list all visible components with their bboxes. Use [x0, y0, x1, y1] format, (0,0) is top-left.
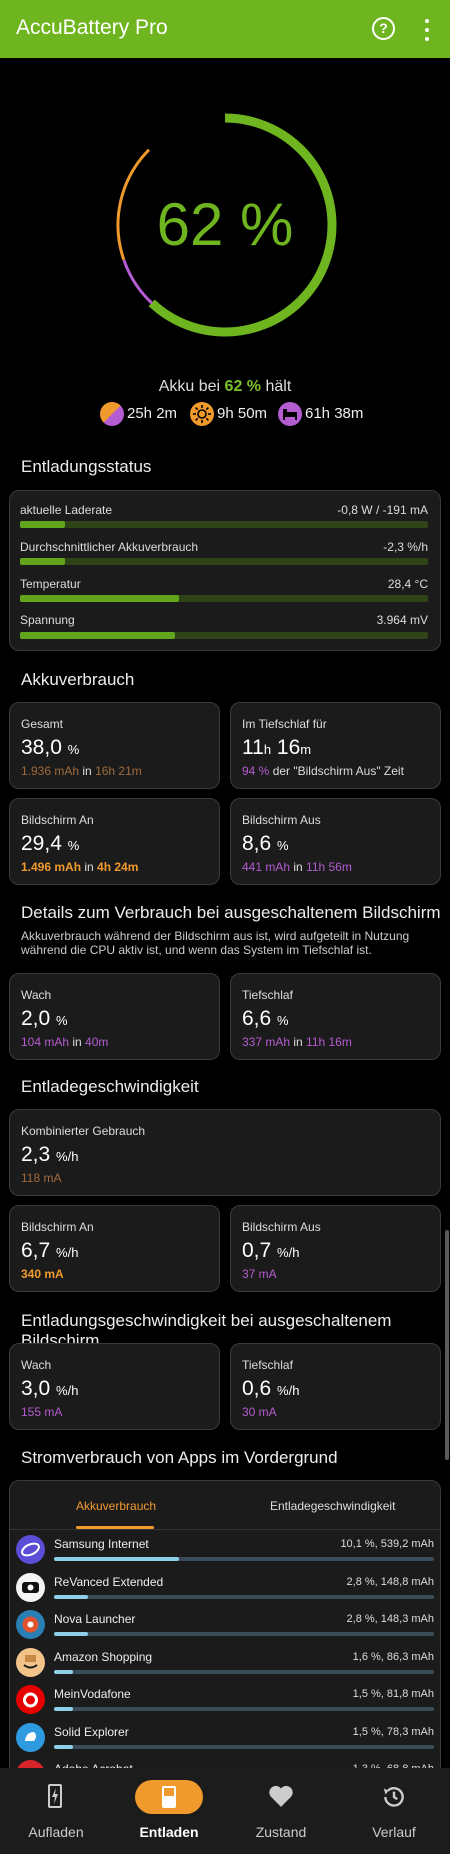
stat-label: Durchschnittlicher Akkuverbrauch	[20, 540, 199, 554]
apps-heading: Stromverbrauch von Apps im Vordergrund	[21, 1448, 338, 1467]
app-bar: AccuBattery Pro ?	[0, 0, 450, 58]
discharge-screen-off-card: Bildschirm Aus 0,7 %/h 37 mA	[230, 1205, 441, 1292]
discharge-status-heading: Entladungsstatus	[21, 457, 152, 476]
bed-icon	[278, 402, 302, 426]
nav-health[interactable]: Zustand	[225, 1768, 337, 1854]
nova-launcher-icon	[16, 1610, 45, 1639]
battery-charging-icon	[48, 1784, 62, 1808]
stat-label: Spannung	[20, 613, 75, 627]
tab-speed[interactable]: Entladegeschwindigkeit	[270, 1499, 395, 1513]
app-row[interactable]: Samsung Internet 10,1 %, 539,2 mAh	[16, 1535, 434, 1572]
history-icon	[383, 1787, 404, 1807]
app-row[interactable]: ReVanced Extended 2,8 %, 148,8 mAh	[16, 1573, 434, 1610]
amazon-icon	[16, 1648, 45, 1677]
screen-mixed-icon	[100, 402, 124, 426]
stat-value: 28,4 °C	[387, 577, 428, 591]
vodafone-icon	[16, 1685, 45, 1714]
revanced-icon	[16, 1573, 45, 1602]
battery-level: 62 %	[156, 191, 294, 258]
stat-label: aktuelle Laderate	[20, 503, 113, 517]
app-row[interactable]: MeinVodafone 1,5 %, 81,8 mAh	[16, 1685, 434, 1722]
more-vert-icon[interactable]	[416, 18, 438, 42]
scrollbar[interactable]	[445, 1230, 449, 1460]
sun-icon	[190, 402, 214, 426]
battery-icon	[162, 1786, 176, 1808]
app-row[interactable]: Solid Explorer 1,5 %, 78,3 mAh	[16, 1723, 434, 1760]
app-row[interactable]: Amazon Shopping 1,6 %, 86,3 mAh	[16, 1648, 434, 1685]
stat-bar	[20, 595, 428, 602]
solid-explorer-icon	[16, 1723, 45, 1752]
active-indicator	[135, 1780, 203, 1814]
samsung-internet-icon	[16, 1535, 45, 1564]
usage-total-card: Gesamt 38,0 % 1.936 mAh in 16h 21m	[9, 702, 220, 789]
screen-off-speed-sleep-card: Tiefschlaf 0,6 %/h 30 mA	[230, 1343, 441, 1430]
stat-value: 3.964 mV	[376, 613, 428, 627]
help-circle-icon[interactable]: ?	[372, 17, 395, 40]
app-title: AccuBattery Pro	[16, 16, 168, 39]
screen-off-details-desc: Akkuverbrauch während der Bildschirm aus…	[21, 929, 410, 943]
screen-off-sleep-card: Tiefschlaf 6,6 % 337 mAh in 11h 16m	[230, 973, 441, 1060]
stat-bar	[20, 558, 428, 565]
stat-label: Temperatur	[20, 577, 81, 591]
usage-screen-on-card: Bildschirm An 29,4 % 1.496 mAh in 4h 24m	[9, 798, 220, 885]
nav-discharge[interactable]: Entladen	[113, 1768, 225, 1854]
nav-history[interactable]: Verlauf	[338, 1768, 450, 1854]
screen-off-speed-awake-card: Wach 3,0 %/h 155 mA	[9, 1343, 220, 1430]
screen-off-details-desc: während die CPU aktiv ist, und wenn das …	[21, 943, 372, 957]
app-row[interactable]: Nova Launcher 2,8 %, 148,3 mAh	[16, 1610, 434, 1647]
usage-deep-sleep-card: Im Tiefschlaf für 11h 16m 94 % der "Bild…	[230, 702, 441, 789]
stat-value: -0,8 W / -191 mA	[337, 503, 428, 517]
nav-charge[interactable]: Aufladen	[0, 1768, 112, 1854]
usage-heading: Akkuverbrauch	[21, 670, 135, 689]
heart-icon	[269, 1785, 293, 1807]
screen-off-awake-card: Wach 2,0 % 104 mAh in 40m	[9, 973, 220, 1060]
discharge-combined-card: Kombinierter Gebrauch 2,3 %/h 118 mA	[9, 1109, 441, 1196]
tab-usage[interactable]: Akkuverbrauch	[76, 1499, 156, 1513]
stat-bar	[20, 632, 428, 639]
screen-off-details-heading: Details zum Verbrauch bei ausgeschaltene…	[21, 903, 441, 922]
stat-value: -2,3 %/h	[383, 540, 428, 554]
discharge-speed-heading: Entladegeschwindigkeit	[21, 1077, 199, 1096]
bottom-navigation: Aufladen Entladen Zustand Verlauf	[0, 1768, 450, 1854]
battery-summary: Akku bei 62 % hält	[158, 378, 292, 395]
tab-divider	[10, 1529, 440, 1530]
usage-screen-off-card: Bildschirm Aus 8,6 % 441 mAh in 11h 56m	[230, 798, 441, 885]
stat-bar	[20, 521, 428, 528]
discharge-screen-on-card: Bildschirm An 6,7 %/h 340 mA	[9, 1205, 220, 1292]
